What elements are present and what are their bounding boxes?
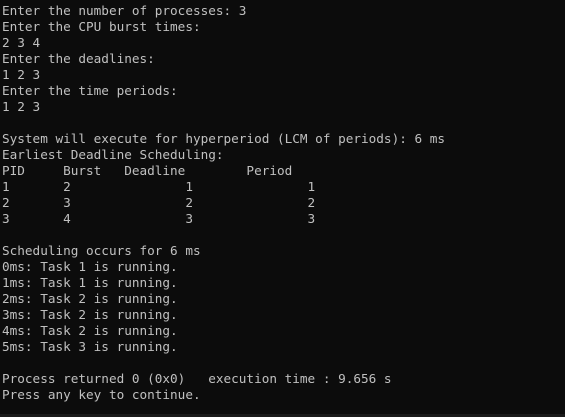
process-return-line: Process returned 0 (0x0) execution time …	[2, 371, 392, 386]
schedule-line: 0ms: Task 1 is running.	[2, 259, 178, 274]
console-line: Enter the deadlines:	[2, 51, 155, 66]
table-row: 3 4 3 3	[2, 211, 316, 226]
schedule-line: 2ms: Task 2 is running.	[2, 291, 178, 306]
console-line: Scheduling occurs for 6 ms	[2, 243, 201, 258]
schedule-line: 5ms: Task 3 is running.	[2, 339, 178, 354]
console-line: Enter the CPU burst times:	[2, 19, 201, 34]
table-header: PID Burst Deadline Period	[2, 163, 293, 178]
continue-prompt: Press any key to continue.	[2, 387, 201, 402]
table-row: 1 2 1 1	[2, 179, 316, 194]
schedule-line: 3ms: Task 2 is running.	[2, 307, 178, 322]
console-line: Earliest Deadline Scheduling:	[2, 147, 224, 162]
console-line: 1 2 3	[2, 67, 41, 82]
console-line: Enter the time periods:	[2, 83, 178, 98]
console-line: 1 2 3	[2, 99, 41, 114]
schedule-line: 1ms: Task 1 is running.	[2, 275, 178, 290]
console-line: 2 3 4	[2, 35, 41, 50]
schedule-line: 4ms: Task 2 is running.	[2, 323, 178, 338]
console-line: Enter the number of processes: 3	[2, 3, 247, 18]
table-row: 2 3 2 2	[2, 195, 316, 210]
console-window[interactable]: Enter the number of processes: 3 Enter t…	[0, 0, 565, 417]
console-line: System will execute for hyperperiod (LCM…	[2, 131, 446, 146]
